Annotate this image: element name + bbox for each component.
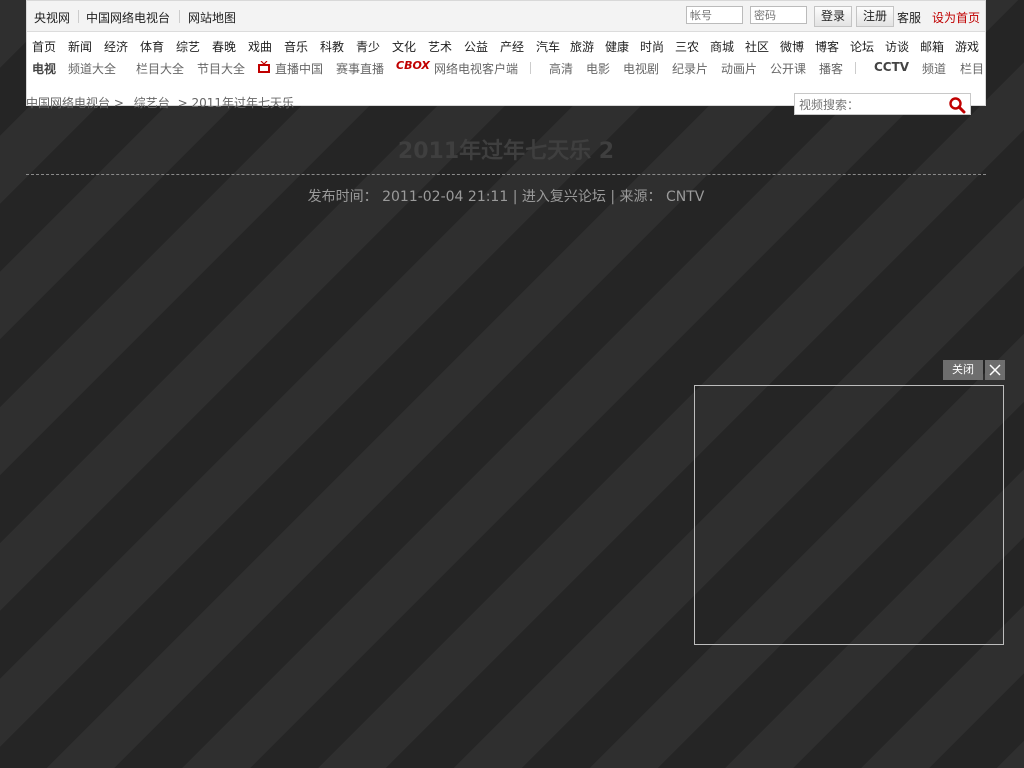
- password-input[interactable]: [750, 6, 807, 24]
- nav-item[interactable]: 产经: [500, 38, 524, 55]
- nav-item[interactable]: 论坛: [850, 38, 874, 55]
- nav-channel-list[interactable]: 频道大全: [68, 60, 116, 77]
- close-icon[interactable]: [985, 360, 1005, 380]
- source-label: 来源：: [619, 189, 662, 205]
- forum-link[interactable]: 进入复兴论坛: [522, 189, 606, 205]
- nav-item[interactable]: 健康: [605, 38, 629, 55]
- nav-item[interactable]: 新闻: [68, 38, 92, 55]
- separator: [78, 10, 79, 23]
- cctv-label[interactable]: CCTV: [874, 60, 909, 74]
- nav-item[interactable]: 体育: [140, 38, 164, 55]
- sitemap-link[interactable]: 网站地图: [188, 9, 236, 26]
- nav-client-download[interactable]: 网络电视客户端: [434, 60, 518, 77]
- nav-item[interactable]: 商城: [710, 38, 734, 55]
- nav-item[interactable]: 经济: [104, 38, 128, 55]
- nav-item[interactable]: 音乐: [284, 38, 308, 55]
- page-title: 2011年过年七天乐 2: [397, 139, 615, 164]
- nav-podcast[interactable]: 播客: [819, 60, 843, 77]
- customer-service-link[interactable]: 客服: [897, 9, 921, 26]
- cntv-network-link[interactable]: 中国网络电视台: [86, 9, 170, 26]
- publish-time-label: 发布时间：: [307, 189, 378, 205]
- title-divider: [26, 174, 986, 175]
- top-utility-row: 央视网 中国网络电视台 网站地图 登录 注册 客服 设为首页: [27, 1, 985, 32]
- nav-item[interactable]: 科教: [320, 38, 344, 55]
- article-meta: 发布时间： 2011-02-04 21:11 | 进入复兴论坛 | 来源： CN…: [26, 186, 986, 206]
- nav-cctv-channels[interactable]: 频道: [922, 60, 946, 77]
- nav-program-list[interactable]: 栏目大全: [136, 60, 184, 77]
- login-button[interactable]: 登录: [814, 6, 853, 27]
- register-button[interactable]: 注册: [856, 6, 895, 27]
- nav-open-course[interactable]: 公开课: [770, 60, 806, 77]
- nav-item[interactable]: 邮箱: [920, 38, 944, 55]
- nav-hd[interactable]: 高清: [549, 60, 573, 77]
- primary-nav: 首页 新闻 经济 体育 综艺 春晚 戏曲 音乐 科教 青少 文化 艺术 公益 产经 汽车 旅游 健康 时尚 三农 商城…: [27, 38, 985, 56]
- set-homepage-link[interactable]: 设为首页: [932, 9, 980, 26]
- close-button[interactable]: 关闭: [943, 360, 983, 380]
- nav-item[interactable]: 时尚: [640, 38, 664, 55]
- nav-item[interactable]: 春晚: [212, 38, 236, 55]
- breadcrumb-sep: >: [177, 96, 188, 110]
- search-icon[interactable]: [948, 96, 966, 114]
- nav-item[interactable]: 微博: [780, 38, 804, 55]
- separator: [855, 62, 856, 74]
- nav-item[interactable]: 汽车: [536, 38, 560, 55]
- nav-item[interactable]: 综艺: [176, 38, 200, 55]
- cntv-home-link[interactable]: 央视网: [34, 9, 70, 26]
- nav-documentary[interactable]: 纪录片: [672, 60, 708, 77]
- secondary-nav: 电视 频道大全 栏目大全 节目大全 直播中国 赛事直播 CBOX 网络电视客户端…: [27, 59, 985, 78]
- nav-item[interactable]: 首页: [32, 38, 56, 55]
- nav-item[interactable]: 三农: [675, 38, 699, 55]
- nav-item[interactable]: 戏曲: [248, 38, 272, 55]
- meta-separator: |: [512, 189, 522, 205]
- nav-item[interactable]: 游戏: [955, 38, 979, 55]
- breadcrumb-sep: >: [113, 96, 124, 110]
- breadcrumb-home[interactable]: 中国网络电视台: [26, 96, 110, 110]
- cbox-logo[interactable]: CBOX: [396, 59, 430, 72]
- video-search-input[interactable]: [797, 95, 946, 115]
- tv-label: 电视: [32, 62, 57, 76]
- nav-movies[interactable]: 电影: [586, 60, 610, 77]
- nav-item[interactable]: 旅游: [570, 38, 594, 55]
- source-value: CNTV: [665, 189, 705, 205]
- nav-item[interactable]: 公益: [464, 38, 488, 55]
- video-search-box: [794, 93, 971, 115]
- meta-separator: |: [610, 189, 620, 205]
- account-input[interactable]: [686, 6, 743, 24]
- tv-icon: [257, 60, 271, 77]
- nav-item[interactable]: 访谈: [885, 38, 909, 55]
- nav-live-china[interactable]: 直播中国: [275, 60, 323, 77]
- nav-sports-live[interactable]: 赛事直播: [336, 60, 384, 77]
- breadcrumb-current: 2011年过年七天乐: [191, 96, 295, 110]
- nav-item[interactable]: 社区: [745, 38, 769, 55]
- separator: [179, 10, 180, 23]
- top-navigation-bar: 央视网 中国网络电视台 网站地图 登录 注册 客服 设为首页 首页新闻经济体育综…: [26, 0, 986, 106]
- nav-animation[interactable]: 动画片: [721, 60, 757, 77]
- nav-item[interactable]: 艺术: [428, 38, 452, 55]
- nav-item[interactable]: 文化: [392, 38, 416, 55]
- separator: [530, 62, 531, 74]
- breadcrumb-section[interactable]: 综艺台: [134, 96, 170, 110]
- nav-tv-series[interactable]: 电视剧: [623, 60, 659, 77]
- nav-item[interactable]: 青少: [356, 38, 380, 55]
- nav-show-list[interactable]: 节目大全: [197, 60, 245, 77]
- breadcrumb: 中国网络电视台 > 综艺台 > 2011年过年七天乐: [26, 94, 294, 111]
- nav-item[interactable]: 博客: [815, 38, 839, 55]
- publish-time: 2011-02-04 21:11: [382, 189, 509, 205]
- nav-cctv-programs[interactable]: 栏目: [960, 60, 984, 77]
- floating-ad-panel[interactable]: [694, 385, 1004, 645]
